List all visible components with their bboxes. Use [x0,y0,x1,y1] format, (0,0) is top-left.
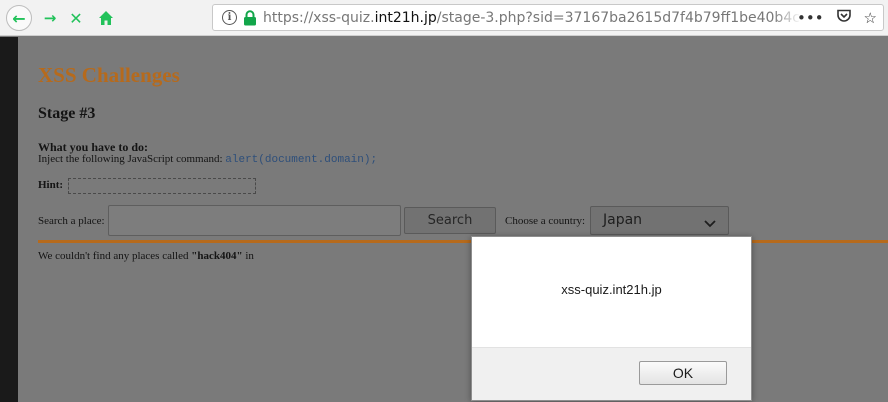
result-query: "hack404" [191,250,243,262]
task-description: Inject the following JavaScript command:… [38,153,377,166]
ok-button[interactable]: OK [639,361,727,385]
result-suffix: in [242,250,254,262]
alert-dialog: xss-quiz.int21h.jp OK [471,236,752,401]
section-divider [38,240,888,243]
hint-box[interactable] [68,178,256,194]
browser-toolbar: ← → ✕ i https://xss-quiz.int21h.jp/stage… [0,0,888,36]
country-label: Choose a country: [505,215,586,227]
result-prefix: We couldn't find any places called [38,250,192,262]
task-code: alert(document.domain); [225,154,378,166]
search-result-message: We couldn't find any places called "hack… [38,250,254,262]
pocket-icon[interactable] [836,8,852,29]
home-icon[interactable] [94,6,118,30]
hint-label: Hint: [38,179,64,191]
search-input[interactable] [108,205,401,236]
url-scheme: https://xss-quiz. [263,10,375,26]
url-path: /stage-3.php?sid=37167ba2615d7f4b79ff1be… [436,10,799,26]
alert-message: xss-quiz.int21h.jp [561,282,662,297]
url-actions: ••• ☆ [797,8,877,28]
url-text[interactable]: https://xss-quiz.int21h.jp/stage-3.php?s… [263,9,799,29]
forward-icon[interactable]: → [38,6,62,30]
page-content: XSS Challenges Stage #3 What you have to… [18,37,888,402]
url-host: int21h.jp [374,10,437,26]
info-icon[interactable]: i [222,10,237,25]
site-title: XSS Challenges [38,63,180,87]
sidebar-strip [0,37,18,402]
stop-icon[interactable]: ✕ [64,6,88,30]
task-text: Inject the following JavaScript command: [38,153,226,165]
alert-footer: OK [472,347,751,400]
chevron-down-icon [704,216,716,228]
back-icon[interactable]: ← [6,5,32,31]
stage-title: Stage #3 [38,105,96,122]
search-button[interactable]: Search [404,207,496,234]
country-selected-value: Japan [603,212,643,228]
lock-icon [243,10,257,26]
url-bar[interactable]: i https://xss-quiz.int21h.jp/stage-3.php… [212,4,884,31]
country-select[interactable]: Japan [590,206,729,235]
search-label: Search a place: [38,215,105,227]
more-actions-icon[interactable]: ••• [797,8,824,28]
bookmark-star-icon[interactable]: ☆ [864,8,877,28]
